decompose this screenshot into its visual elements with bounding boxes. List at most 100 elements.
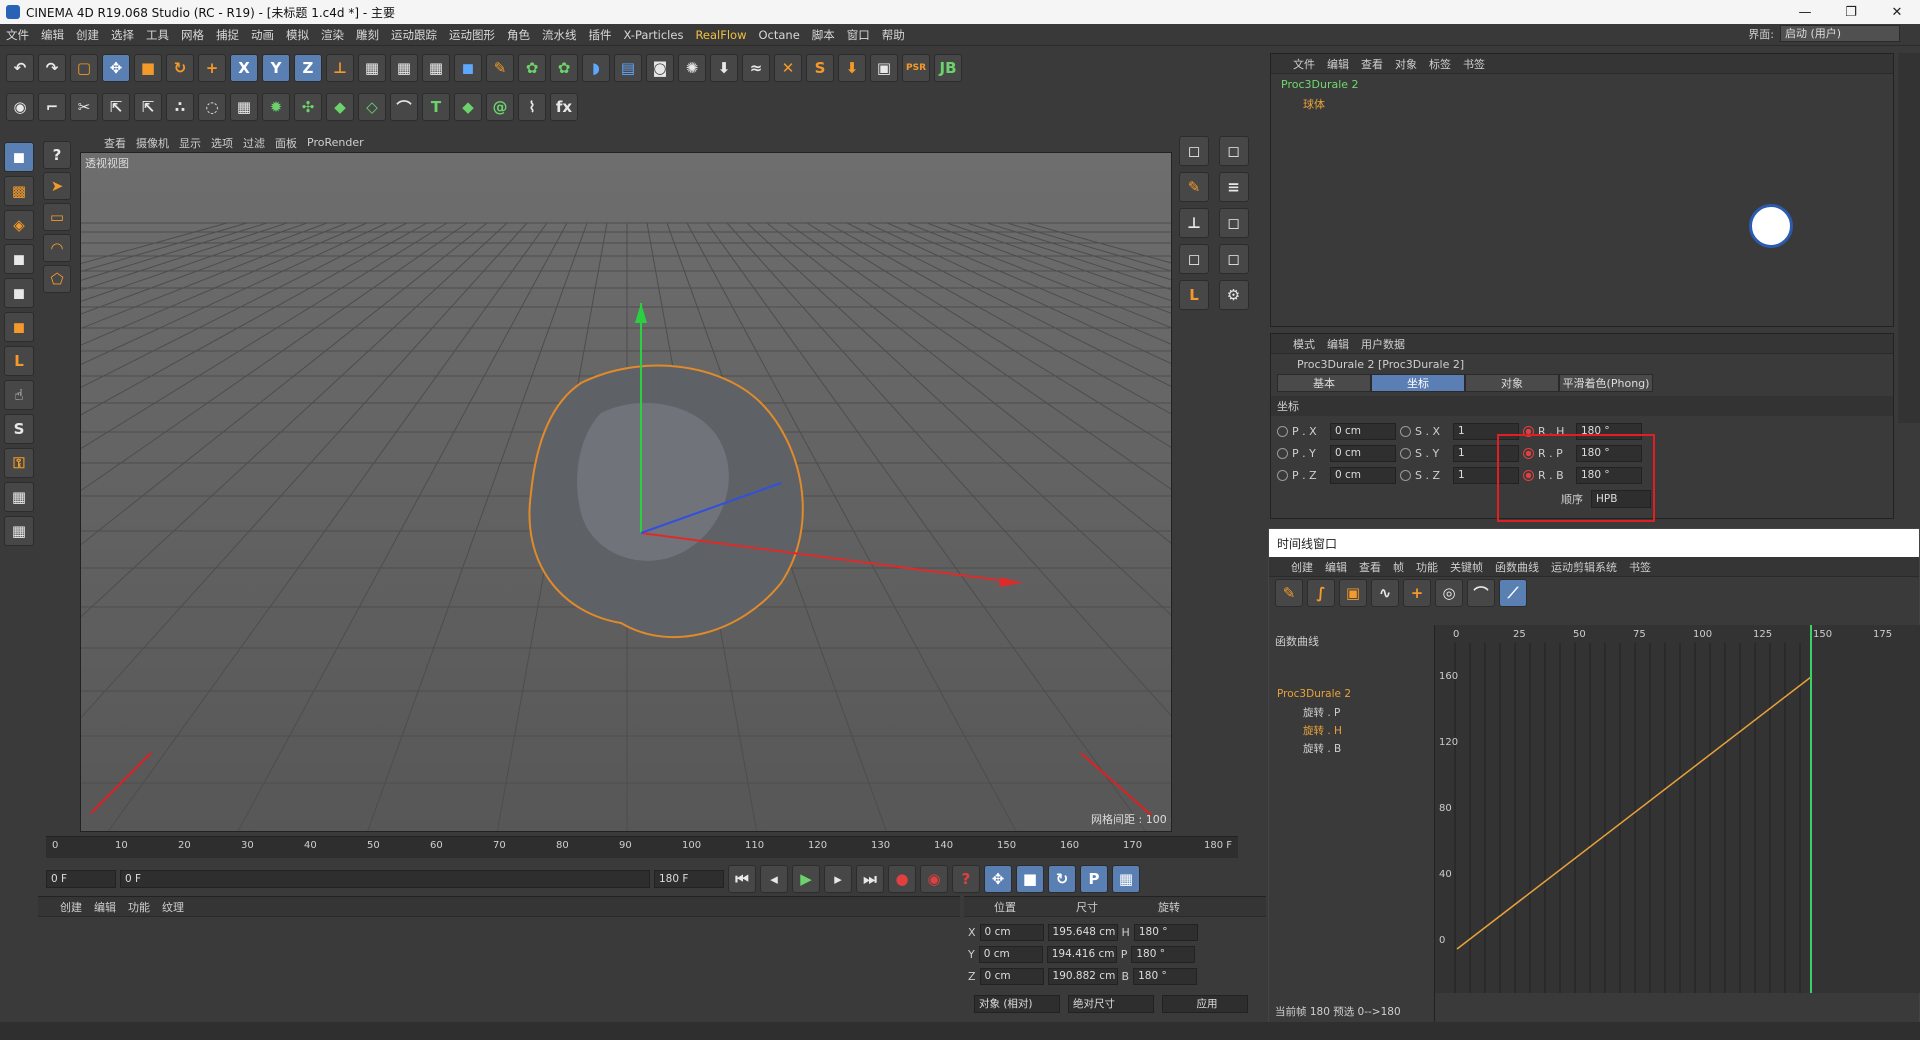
texture-mode-icon[interactable]: ▩ [4,176,34,206]
deformer-icon[interactable]: ◗ [582,54,610,82]
menu-item-2[interactable]: 创建 [70,27,105,43]
select-icon[interactable]: ⇱ [102,93,130,121]
brush-icon[interactable]: ⌇ [518,93,546,121]
menu-item-21[interactable]: 帮助 [876,27,911,43]
coord-rot-field[interactable]: 180 ° [1133,967,1198,985]
matmenu-item-0[interactable]: 创建 [60,899,82,915]
plugin-icon[interactable]: JB [934,54,962,82]
start-frame-field[interactable]: 0 F [46,870,116,888]
close-icon[interactable]: ✕ [1874,0,1920,24]
matmenu-item-1[interactable]: 编辑 [94,899,116,915]
palette-pen-icon[interactable]: ✎ [1179,172,1209,202]
viewport-menu-3[interactable]: 选项 [211,135,233,151]
viewport-menu-1[interactable]: 摄像机 [136,135,169,151]
axis-mode-icon[interactable]: L [4,346,34,376]
palette-axis-icon[interactable]: L [1179,280,1209,310]
tlmenu-item-4[interactable]: 功能 [1416,559,1438,575]
palette-ruler-icon[interactable]: ⊥ [1179,208,1209,238]
cube-icon[interactable]: ◼ [454,54,482,82]
viewport-menu-0[interactable]: 查看 [104,135,126,151]
points-mode-icon[interactable]: ◼ [4,244,34,274]
menu-item-20[interactable]: 窗口 [841,27,876,43]
menu-item-11[interactable]: 运动跟踪 [385,27,443,43]
attr-tab-1[interactable]: 坐标 [1371,374,1465,392]
tlmenu-item-3[interactable]: 帧 [1393,559,1404,575]
last-tool-icon[interactable]: + [198,54,226,82]
menu-item-6[interactable]: 捕捉 [210,27,245,43]
move-tool-icon[interactable]: ✥ [102,54,130,82]
script-icon[interactable]: S [806,54,834,82]
end-frame-field[interactable]: 180 F [654,870,724,888]
track-item[interactable]: 旋转 . H [1269,721,1434,739]
coord-rot-field[interactable]: 180 ° [1131,945,1196,963]
menu-item-0[interactable]: 文件 [0,27,35,43]
menu-item-13[interactable]: 角色 [501,27,536,43]
tl-curve-icon[interactable]: ⌒ [1467,579,1495,607]
model-mode-icon[interactable]: ◼ [4,142,34,172]
objmenu-item-2[interactable]: 查看 [1361,56,1383,72]
minimize-icon[interactable]: — [1782,0,1828,24]
render-view-icon[interactable]: ▦ [358,54,386,82]
menu-item-14[interactable]: 流水线 [536,27,583,43]
menu-item-19[interactable]: 脚本 [806,27,841,43]
spline-icon[interactable]: ⌒ [390,93,418,121]
tl-fcurve-icon[interactable]: ∫ [1307,579,1335,607]
play-icon[interactable]: ▶ [792,865,820,893]
key-position-icon[interactable]: ✥ [984,865,1012,893]
points-icon[interactable]: ∴ [166,93,194,121]
viewport-menu-6[interactable]: ProRender [307,136,364,149]
attr-p-field[interactable]: 0 cm [1330,422,1396,440]
go-to-end-icon[interactable]: ⏭ [856,865,884,893]
cube-green-icon[interactable]: ◆ [326,93,354,121]
coord-size-field[interactable]: 195.648 cm [1047,923,1118,941]
apply-button[interactable]: 应用 [1162,995,1248,1013]
tlmenu-item-2[interactable]: 查看 [1359,559,1381,575]
record-icon[interactable]: ● [888,865,916,893]
fcurve-graph[interactable]: 025507510012515017518016012080400 [1435,625,1920,993]
tlmenu-item-7[interactable]: 运动剪辑系统 [1551,559,1617,575]
polygon-select-icon[interactable]: ⬠ [43,265,71,293]
range-slider[interactable]: 0 F [120,870,650,888]
light-icon[interactable]: ✺ [678,54,706,82]
coord-pos-field[interactable]: 0 cm [978,945,1043,963]
grid-2-icon[interactable]: ▦ [4,516,34,546]
track-item[interactable]: 旋转 . B [1269,739,1434,757]
tlmenu-item-6[interactable]: 函数曲线 [1495,559,1539,575]
objmenu-item-4[interactable]: 标签 [1429,56,1451,72]
box-select-icon[interactable]: ▭ [43,203,71,231]
size-mode-select[interactable]: 绝对尺寸 [1068,995,1154,1013]
tl-add-key-icon[interactable]: + [1403,579,1431,607]
tweak-mode-icon[interactable]: ☝ [4,380,34,410]
help-icon[interactable]: ? [43,141,71,169]
palette-stack-icon[interactable]: ≡ [1218,172,1249,202]
menu-item-4[interactable]: 工具 [140,27,175,43]
menu-item-16[interactable]: X-Particles [618,28,690,42]
radio-s[interactable] [1400,425,1411,437]
menu-item-9[interactable]: 渲染 [315,27,350,43]
particles-icon[interactable]: ✣ [294,93,322,121]
menu-item-7[interactable]: 动画 [245,27,280,43]
attr-tab-2[interactable]: 对象 [1465,374,1559,392]
attr-tab-0[interactable]: 基本 [1277,374,1371,392]
menu-item-8[interactable]: 模拟 [280,27,315,43]
time-ruler[interactable]: 180 F 0 10 20 30 40 50 60 70 80 90 100 110 120 130 140… [46,836,1238,858]
attrmenu-item-2[interactable]: 用户数据 [1361,336,1405,352]
camera-icon[interactable]: ◙ [646,54,674,82]
y-axis-icon[interactable]: Y [262,54,290,82]
key-pla-icon[interactable]: ▦ [1112,865,1140,893]
coord-pos-field[interactable]: 0 cm [979,923,1044,941]
realflow-icon[interactable]: ≈ [742,54,770,82]
menu-item-12[interactable]: 运动图形 [443,27,501,43]
object-item-proc3durale[interactable]: Proc3Durale 2 [1281,78,1883,96]
menu-item-17[interactable]: RealFlow [689,28,752,42]
palette-cube-icon[interactable]: ◻ [1179,136,1209,166]
cube-outline-icon[interactable]: ◇ [358,93,386,121]
tl-ripple-icon[interactable]: ∿ [1371,579,1399,607]
polygons-icon[interactable]: ▦ [230,93,258,121]
palette-settings-icon[interactable]: ⚙ [1218,280,1249,310]
palette-box2-icon[interactable]: ◻ [1179,244,1209,274]
coord-mode-select[interactable]: 对象 (相对) [974,995,1060,1013]
scale-tool-icon[interactable]: ■ [134,54,162,82]
menu-item-15[interactable]: 插件 [583,27,618,43]
psr-icon[interactable]: PSR [902,54,930,82]
